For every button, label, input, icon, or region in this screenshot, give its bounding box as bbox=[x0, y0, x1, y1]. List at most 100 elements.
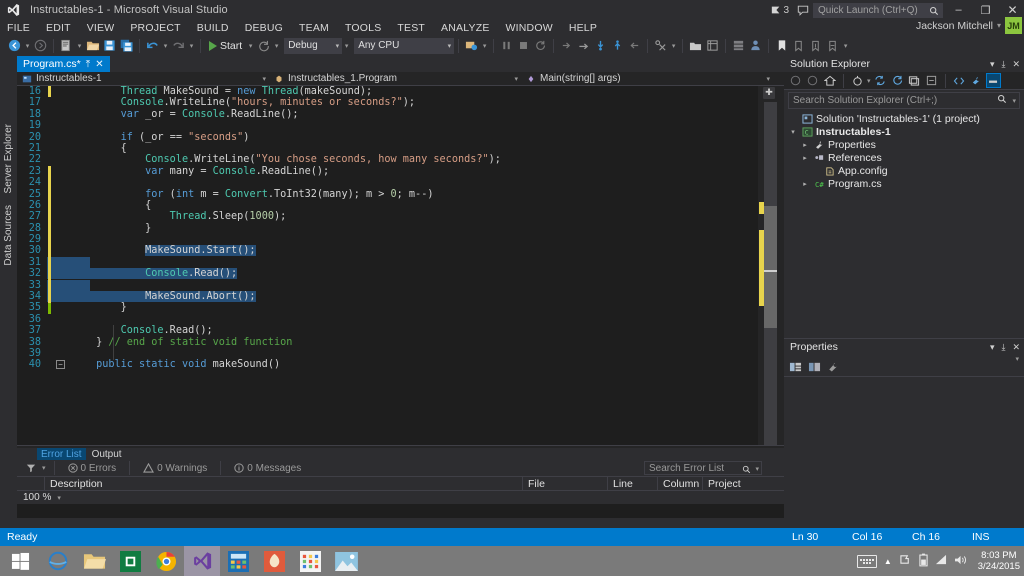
navbar-project-dropdown[interactable]: Instructables-1 ▾ bbox=[17, 72, 269, 86]
menu-item-view[interactable]: VIEW bbox=[87, 22, 123, 34]
column-header-project[interactable]: Project bbox=[703, 477, 763, 491]
properties-icon[interactable] bbox=[969, 73, 984, 88]
tree-expander[interactable]: ▸ bbox=[800, 141, 810, 149]
menu-item-debug[interactable]: DEBUG bbox=[245, 22, 291, 34]
start-debug-button[interactable]: Start bbox=[205, 40, 246, 52]
scrollbar-track[interactable] bbox=[759, 102, 777, 488]
tree-expander[interactable]: ▾ bbox=[788, 128, 798, 136]
menu-item-window[interactable]: WINDOW bbox=[506, 22, 561, 34]
close-icon[interactable]: ✕ bbox=[1012, 59, 1020, 70]
team-explorer-icon[interactable] bbox=[747, 37, 764, 54]
errors-filter-button[interactable]: 0 Errors bbox=[63, 463, 122, 474]
store-icon[interactable] bbox=[112, 546, 148, 576]
apps-icon[interactable] bbox=[292, 546, 328, 576]
signal-icon[interactable] bbox=[935, 554, 947, 568]
code-scroll-region[interactable]: 16 Thread MakeSound = new Thread(makeSou… bbox=[17, 86, 758, 504]
file-explorer-icon[interactable] bbox=[76, 546, 112, 576]
menu-item-help[interactable]: HELP bbox=[569, 22, 605, 34]
collapse-all-icon[interactable] bbox=[924, 73, 939, 88]
solution-explorer-icon[interactable] bbox=[687, 37, 704, 54]
hex-caret-icon[interactable]: ▾ bbox=[669, 42, 678, 50]
new-project-icon[interactable] bbox=[58, 37, 75, 54]
chevron-down-icon[interactable]: ▾ bbox=[1015, 355, 1019, 363]
attach-to-process-icon[interactable] bbox=[463, 37, 480, 54]
alphabetical-view-icon[interactable] bbox=[807, 360, 822, 375]
forward-icon[interactable] bbox=[805, 73, 820, 88]
chevron-down-icon[interactable]: ▾ bbox=[990, 59, 995, 70]
chevron-down-icon[interactable]: ▾ bbox=[1012, 97, 1016, 105]
refresh-icon[interactable] bbox=[890, 73, 905, 88]
tree-item-references[interactable]: ▸ References bbox=[784, 151, 1024, 164]
menu-item-edit[interactable]: EDIT bbox=[46, 22, 79, 34]
scrollbar-split-icon[interactable]: ✚ bbox=[763, 87, 775, 99]
close-icon[interactable]: ✕ bbox=[95, 59, 103, 70]
start-button[interactable] bbox=[0, 546, 40, 576]
tree-expander[interactable]: ▸ bbox=[800, 154, 810, 162]
undo-caret-icon[interactable]: ▾ bbox=[161, 42, 170, 50]
show-hidden-icons-icon[interactable]: ▲ bbox=[884, 557, 892, 566]
internet-explorer-icon[interactable] bbox=[40, 546, 76, 576]
battery-icon[interactable] bbox=[919, 553, 928, 570]
bookmark-icon[interactable] bbox=[773, 37, 790, 54]
show-next-statement-icon[interactable] bbox=[558, 37, 575, 54]
column-header-description[interactable]: Description bbox=[45, 476, 523, 491]
preview-selected-items-icon[interactable] bbox=[985, 73, 1001, 88]
navigate-forward-icon[interactable] bbox=[32, 37, 49, 54]
next-bookmark-icon[interactable] bbox=[824, 37, 841, 54]
calculator-icon[interactable] bbox=[220, 546, 256, 576]
menu-item-tools[interactable]: TOOLS bbox=[345, 22, 389, 34]
start-caret-icon[interactable]: ▾ bbox=[246, 42, 255, 50]
restart-debugging-icon[interactable] bbox=[532, 37, 549, 54]
avatar[interactable]: JM bbox=[1005, 17, 1022, 34]
properties-window-icon[interactable] bbox=[704, 37, 721, 54]
redo-caret-icon[interactable]: ▾ bbox=[187, 42, 196, 50]
clock[interactable]: 8:03 PM 3/24/2015 bbox=[975, 550, 1020, 572]
menu-item-team[interactable]: TEAM bbox=[299, 22, 337, 34]
show-all-files-icon[interactable] bbox=[907, 73, 922, 88]
tree-item-program-cs[interactable]: ▸ C# Program.cs bbox=[784, 177, 1024, 190]
collapse-region-icon[interactable]: − bbox=[56, 360, 65, 369]
tree-item-project[interactable]: ▾ C Instructables-1 bbox=[784, 125, 1024, 138]
tree-item-app-config[interactable]: App.config bbox=[784, 164, 1024, 177]
view-code-icon[interactable] bbox=[952, 73, 967, 88]
zoom-level[interactable]: 100 % bbox=[17, 492, 51, 503]
navigate-backward-icon[interactable] bbox=[6, 37, 23, 54]
filter-icon[interactable] bbox=[23, 461, 38, 476]
pin-icon[interactable]: ⤓ bbox=[1001, 59, 1005, 70]
error-list-search-input[interactable]: Search Error List ▾ bbox=[644, 461, 762, 475]
back-icon[interactable] bbox=[788, 73, 803, 88]
redo-icon[interactable] bbox=[170, 37, 187, 54]
solution-explorer-search-input[interactable]: Search Solution Explorer (Ctrl+;) ▾ bbox=[788, 92, 1020, 109]
solution-tree[interactable]: Solution 'Instructables-1' (1 project) ▾… bbox=[784, 109, 1024, 190]
tab-output[interactable]: Output bbox=[88, 448, 126, 460]
configuration-extra-caret-icon[interactable]: ▾ bbox=[342, 42, 351, 50]
menu-item-file[interactable]: FILE bbox=[7, 22, 38, 34]
navbar-member-dropdown[interactable]: Main(string[] args) ▾ bbox=[521, 72, 773, 86]
home-icon[interactable] bbox=[822, 73, 837, 88]
navbar-type-dropdown[interactable]: Instructables_1.Program ▾ bbox=[269, 72, 521, 86]
property-pages-icon[interactable] bbox=[826, 360, 841, 375]
quick-launch-input[interactable]: Quick Launch (Ctrl+Q) bbox=[813, 2, 943, 18]
new-project-caret-icon[interactable]: ▾ bbox=[75, 42, 84, 50]
editor-vertical-scrollbar[interactable]: ✚ ▲ ▼ bbox=[758, 86, 784, 504]
tree-item-properties[interactable]: ▸ Properties bbox=[784, 138, 1024, 151]
scrollbar-thumb[interactable] bbox=[764, 206, 777, 328]
volume-icon[interactable] bbox=[954, 554, 968, 569]
pending-changes-icon[interactable] bbox=[850, 73, 865, 88]
menu-item-project[interactable]: PROJECT bbox=[130, 22, 188, 34]
tree-item-solution[interactable]: Solution 'Instructables-1' (1 project) bbox=[784, 112, 1024, 125]
feedback-icon[interactable] bbox=[797, 5, 809, 16]
navigate-backward-caret-icon[interactable]: ▾ bbox=[23, 42, 32, 50]
notifications-indicator[interactable]: 3 bbox=[771, 5, 789, 16]
user-account-area[interactable]: Jackson Mitchell ▾ JM bbox=[916, 17, 1022, 34]
undo-icon[interactable] bbox=[144, 37, 161, 54]
menu-item-build[interactable]: BUILD bbox=[197, 22, 237, 34]
column-header-file[interactable]: File bbox=[523, 476, 608, 491]
keyboard-icon[interactable] bbox=[856, 554, 877, 568]
chevron-down-icon[interactable]: ▾ bbox=[51, 494, 61, 502]
step-out-icon[interactable] bbox=[609, 37, 626, 54]
warnings-filter-button[interactable]: 0 Warnings bbox=[138, 463, 212, 474]
chevron-down-icon[interactable]: ▾ bbox=[990, 342, 995, 353]
save-icon[interactable] bbox=[101, 37, 118, 54]
menu-item-test[interactable]: TEST bbox=[397, 22, 433, 34]
